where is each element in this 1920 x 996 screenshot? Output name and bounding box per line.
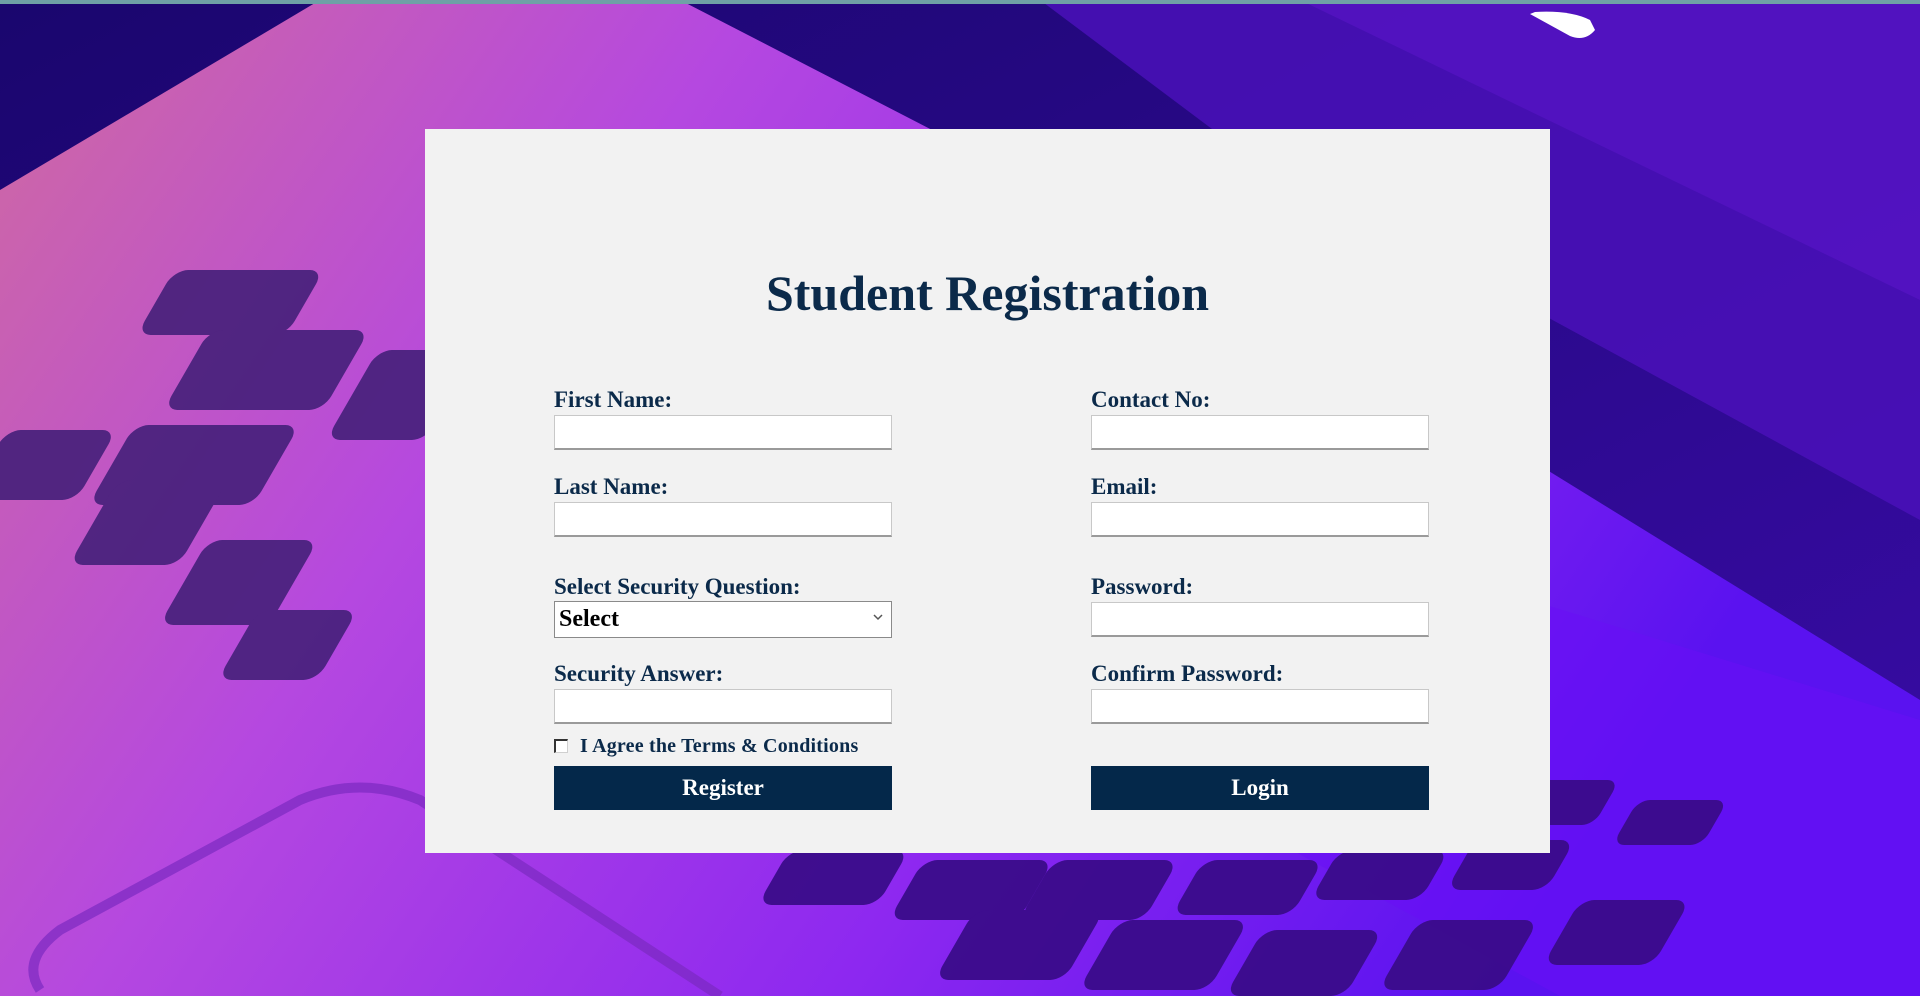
confirm-password-label: Confirm Password: — [1091, 661, 1284, 686]
chevron-down-icon — [873, 614, 883, 621]
confirm-password-group: Confirm Password: — [1091, 662, 1429, 724]
security-question-selected-value: Select — [559, 606, 619, 632]
password-group: Password: — [1091, 575, 1429, 637]
contact-no-input[interactable] — [1091, 415, 1429, 450]
last-name-label: Last Name: — [554, 474, 669, 499]
password-label: Password: — [1091, 574, 1194, 599]
first-name-label: First Name: — [554, 387, 673, 412]
first-name-group: First Name: — [554, 388, 892, 450]
contact-no-group: Contact No: — [1091, 388, 1429, 450]
password-input[interactable] — [1091, 602, 1429, 637]
checkbox-icon[interactable] — [554, 739, 568, 753]
security-question-select[interactable]: Select — [554, 601, 892, 638]
email-label: Email: — [1091, 474, 1158, 499]
security-question-label: Select Security Question: — [554, 574, 801, 599]
page-title: Student Registration — [765, 265, 1210, 321]
email-group: Email: — [1091, 475, 1429, 537]
security-answer-group: Security Answer: — [554, 662, 892, 724]
contact-no-label: Contact No: — [1091, 387, 1211, 412]
security-question-group: Select Security Question: Select — [554, 575, 892, 638]
last-name-input[interactable] — [554, 502, 892, 537]
security-answer-label: Security Answer: — [554, 661, 724, 686]
terms-label: I Agree the Terms & Conditions — [580, 734, 859, 757]
login-button[interactable]: Login — [1091, 766, 1429, 810]
email-input[interactable] — [1091, 502, 1429, 537]
last-name-group: Last Name: — [554, 475, 892, 537]
confirm-password-input[interactable] — [1091, 689, 1429, 724]
browser-top-strip — [0, 0, 1920, 4]
terms-agreement[interactable]: I Agree the Terms & Conditions — [554, 734, 858, 758]
first-name-input[interactable] — [554, 415, 892, 450]
register-button[interactable]: Register — [554, 766, 892, 810]
registration-card: Student Registration First Name: Last Na… — [425, 129, 1550, 853]
security-answer-input[interactable] — [554, 689, 892, 724]
